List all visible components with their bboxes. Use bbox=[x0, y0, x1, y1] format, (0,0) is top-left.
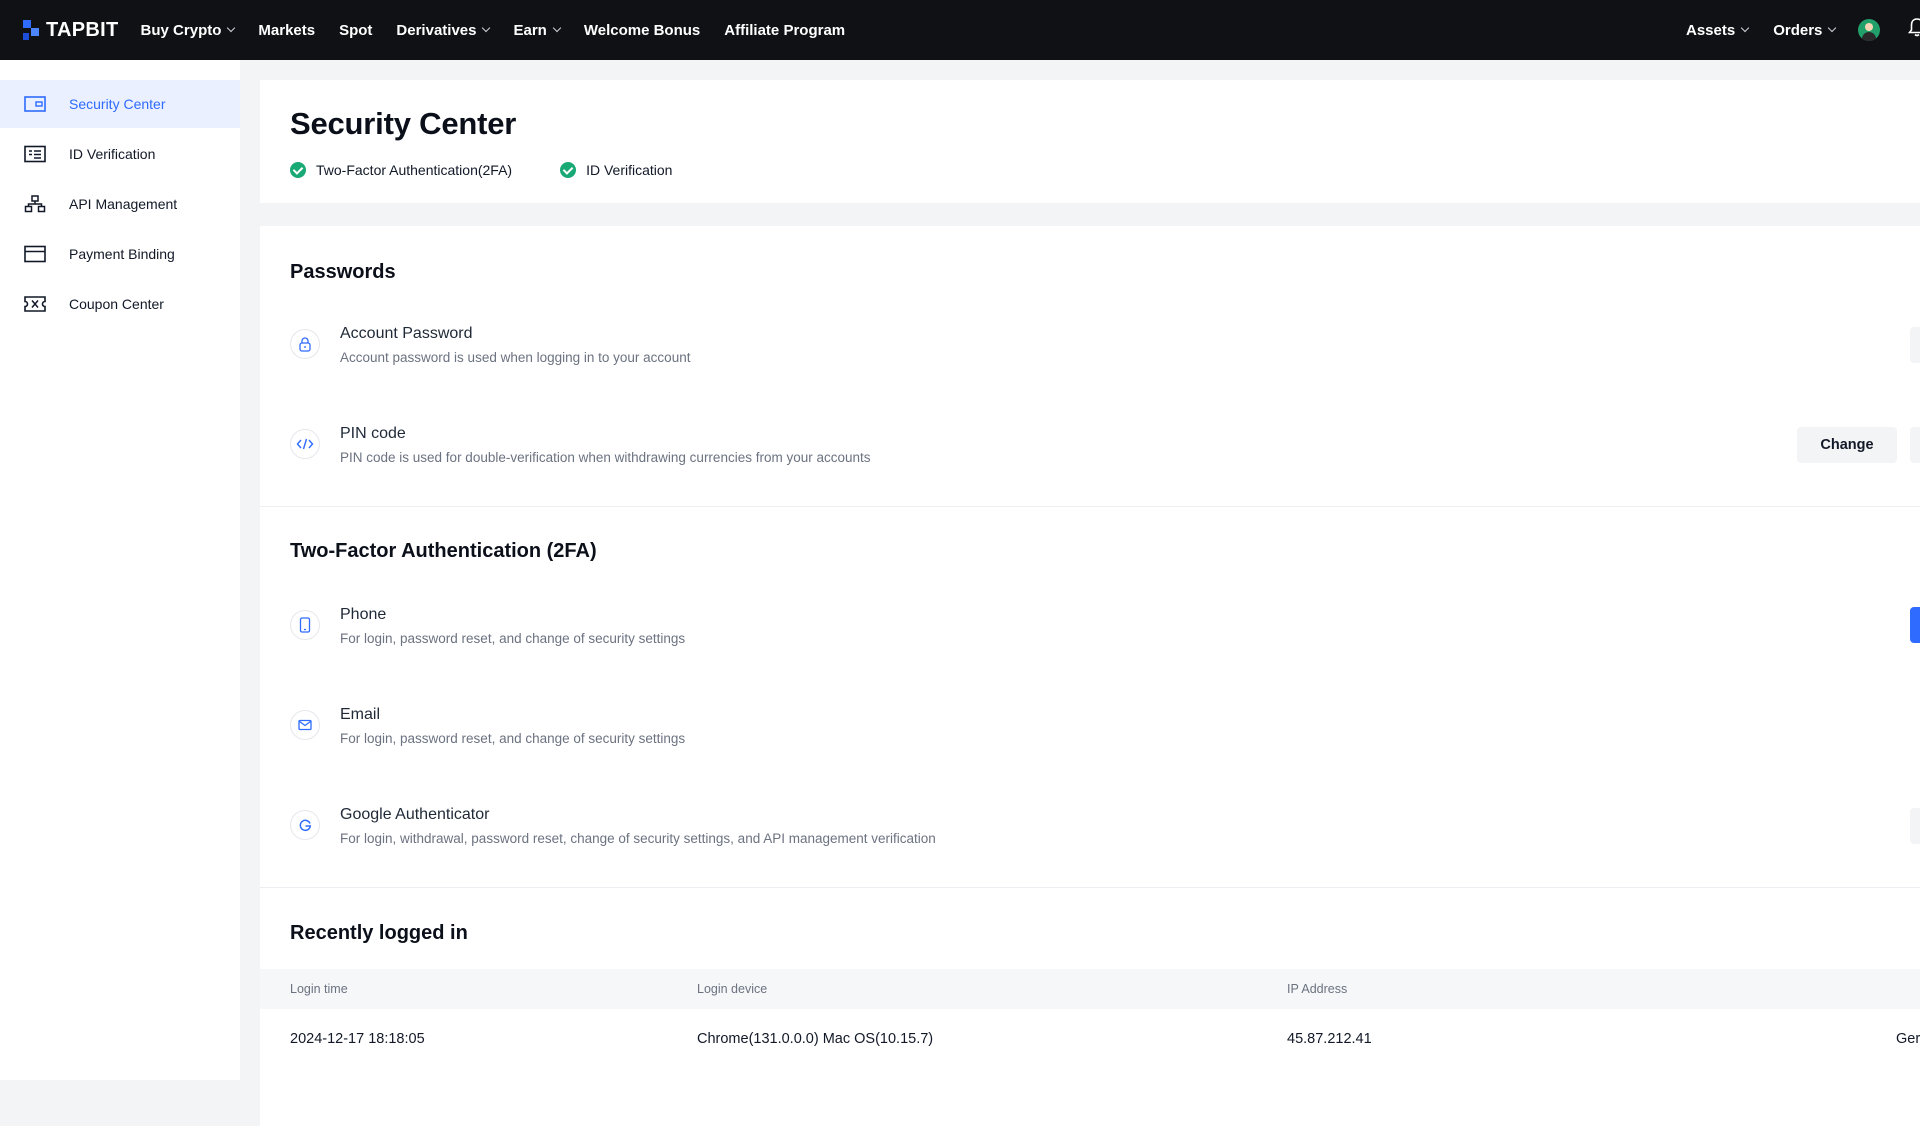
nav-assets[interactable]: Assets bbox=[1686, 21, 1750, 39]
id-card-icon bbox=[24, 143, 46, 165]
sidebar-item-payment-binding[interactable]: Payment Binding bbox=[0, 230, 240, 278]
google-auth-action-button[interactable] bbox=[1910, 808, 1920, 844]
row-title: Account Password bbox=[340, 325, 473, 342]
passwords-section: Passwords bbox=[260, 261, 396, 284]
account-password-row: Account Password Account password is use… bbox=[290, 325, 1920, 389]
nav-buy-crypto[interactable]: Buy Crypto bbox=[140, 21, 236, 39]
chevron-down-icon bbox=[1740, 23, 1750, 33]
nav-spot[interactable]: Spot bbox=[339, 22, 372, 39]
page-title: Security Center bbox=[290, 106, 517, 141]
recent-logins-section: Recently logged in bbox=[260, 922, 468, 945]
sidebar-item-label: Payment Binding bbox=[69, 246, 175, 262]
google-authenticator-row: Google Authenticator For login, withdraw… bbox=[290, 806, 1920, 870]
row-title: Phone bbox=[340, 606, 387, 623]
logo-mark-icon bbox=[23, 20, 43, 40]
shield-wallet-icon bbox=[24, 93, 46, 115]
nav-right: Assets Orders bbox=[1686, 0, 1881, 60]
security-header-card: Security Center Two-Factor Authenticatio… bbox=[260, 80, 1920, 203]
mail-icon bbox=[290, 710, 320, 740]
cell-ip-address: 45.87.212.41 bbox=[1287, 1031, 1372, 1047]
nav-label: Orders bbox=[1773, 21, 1823, 39]
sidebar-item-label: ID Verification bbox=[69, 146, 156, 162]
twofa-section: Two-Factor Authentication (2FA) bbox=[260, 540, 597, 563]
nav-earn[interactable]: Earn bbox=[513, 21, 562, 39]
check-circle-icon bbox=[560, 162, 577, 178]
divider bbox=[260, 506, 1920, 507]
column-header-ip-address: IP Address bbox=[1287, 982, 1348, 996]
sidebar-item-label: API Management bbox=[69, 196, 178, 212]
badge-2fa: Two-Factor Authentication(2FA) bbox=[290, 162, 512, 178]
row-title: Email bbox=[340, 706, 381, 723]
avatar[interactable] bbox=[1858, 19, 1881, 41]
phone-row: Phone For login, password reset, and cha… bbox=[290, 606, 1920, 670]
sidebar: Security Center ID Verification API Mana… bbox=[0, 60, 240, 1080]
row-description: PIN code is used for double-verification… bbox=[340, 450, 871, 465]
nav-label: Buy Crypto bbox=[140, 21, 222, 39]
api-hierarchy-icon bbox=[24, 193, 46, 215]
pin-code-row: PIN code PIN code is used for double-ver… bbox=[290, 425, 1920, 489]
table-header: Login time Login device IP Address bbox=[260, 969, 1920, 1009]
account-password-action-button[interactable] bbox=[1910, 327, 1920, 363]
brand-logo[interactable]: TAPBIT bbox=[23, 0, 119, 60]
nav-label: Spot bbox=[339, 21, 373, 39]
nav-label: Earn bbox=[513, 21, 547, 39]
cell-location: Ger bbox=[1896, 1031, 1920, 1047]
chevron-down-icon bbox=[482, 23, 491, 33]
nav-welcome-bonus[interactable]: Welcome Bonus bbox=[584, 22, 700, 39]
bell-icon[interactable] bbox=[1908, 17, 1920, 37]
row-description: For login, withdrawal, password reset, c… bbox=[340, 831, 936, 846]
google-icon bbox=[290, 810, 320, 840]
code-icon bbox=[290, 429, 320, 459]
sidebar-item-id-verification[interactable]: ID Verification bbox=[0, 130, 240, 178]
main-nav: Buy Crypto Markets Spot Derivatives Earn… bbox=[141, 0, 870, 60]
phone-action-button[interactable] bbox=[1910, 607, 1920, 643]
nav-label: Affiliate Program bbox=[724, 21, 846, 39]
check-circle-icon bbox=[290, 162, 306, 178]
pin-change-button[interactable]: Change bbox=[1797, 427, 1897, 463]
chevron-down-icon bbox=[1828, 23, 1837, 33]
pin-secondary-button[interactable] bbox=[1910, 427, 1920, 463]
email-row: Email For login, password reset, and cha… bbox=[290, 706, 1920, 770]
nav-label: Markets bbox=[258, 21, 316, 39]
section-title: Passwords bbox=[290, 261, 396, 283]
column-header-login-time: Login time bbox=[290, 982, 348, 996]
nav-derivatives[interactable]: Derivatives bbox=[396, 21, 491, 39]
cell-login-time: 2024-12-17 18:18:05 bbox=[290, 1031, 425, 1047]
nav-label: Assets bbox=[1686, 21, 1736, 39]
verification-badges: Two-Factor Authentication(2FA) ID Verifi… bbox=[290, 162, 1920, 178]
sidebar-item-security-center[interactable]: Security Center bbox=[0, 80, 240, 128]
badge-label: Two-Factor Authentication(2FA) bbox=[316, 162, 513, 178]
section-title: Recently logged in bbox=[290, 922, 468, 944]
lock-icon bbox=[290, 329, 320, 359]
top-nav: TAPBIT Buy Crypto Markets Spot Derivativ… bbox=[0, 0, 1920, 60]
row-description: Account password is used when logging in… bbox=[340, 350, 691, 365]
card-icon bbox=[24, 243, 46, 265]
row-description: For login, password reset, and change of… bbox=[340, 731, 686, 746]
table-row: 2024-12-17 18:18:05 Chrome(131.0.0.0) Ma… bbox=[260, 1009, 1920, 1069]
section-title: Two-Factor Authentication (2FA) bbox=[290, 540, 597, 562]
phone-icon bbox=[290, 610, 320, 640]
badge-id-verification: ID Verification bbox=[560, 162, 672, 178]
sidebar-item-label: Coupon Center bbox=[69, 296, 164, 312]
nav-orders[interactable]: Orders bbox=[1773, 21, 1837, 39]
chevron-down-icon bbox=[227, 23, 236, 33]
ticket-icon bbox=[24, 293, 46, 315]
sidebar-item-coupon-center[interactable]: Coupon Center bbox=[0, 280, 240, 328]
cell-login-device: Chrome(131.0.0.0) Mac OS(10.15.7) bbox=[697, 1031, 934, 1047]
nav-affiliate-program[interactable]: Affiliate Program bbox=[724, 22, 845, 39]
row-description: For login, password reset, and change of… bbox=[340, 631, 686, 646]
nav-label: Derivatives bbox=[396, 21, 477, 39]
divider bbox=[260, 887, 1920, 888]
security-settings-card: Passwords Account Password Account passw… bbox=[260, 226, 1920, 1126]
nav-markets[interactable]: Markets bbox=[258, 22, 315, 39]
sidebar-item-api-management[interactable]: API Management bbox=[0, 180, 240, 228]
sidebar-item-label: Security Center bbox=[69, 96, 166, 112]
chevron-down-icon bbox=[552, 23, 562, 33]
badge-label: ID Verification bbox=[586, 162, 673, 178]
logo-text: TAPBIT bbox=[46, 18, 119, 41]
column-header-login-device: Login device bbox=[697, 982, 768, 996]
row-title: PIN code bbox=[340, 425, 406, 442]
nav-label: Welcome Bonus bbox=[583, 21, 701, 39]
row-title: Google Authenticator bbox=[340, 806, 490, 823]
